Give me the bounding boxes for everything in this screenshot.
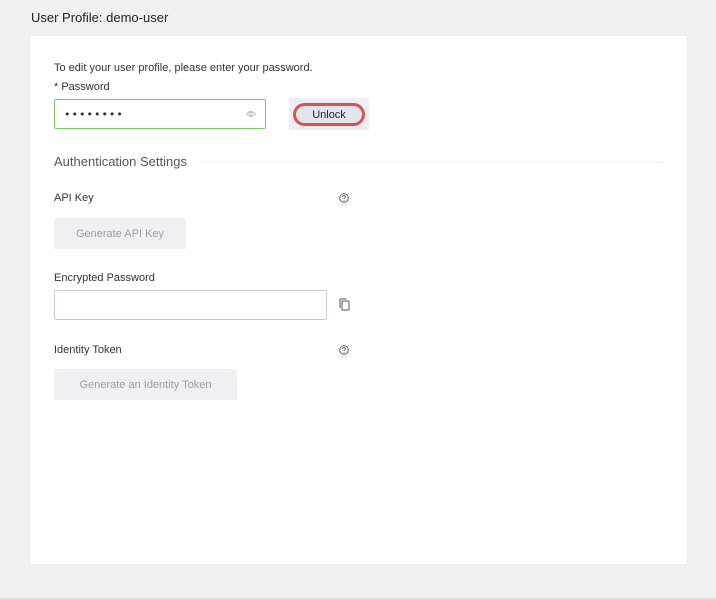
question-circle-icon[interactable] — [339, 345, 349, 355]
password-field-wrapper — [54, 99, 266, 129]
page-title: User Profile: demo-user — [31, 10, 169, 25]
api-key-label: API Key — [54, 192, 94, 204]
unlock-button[interactable]: Unlock — [293, 103, 365, 126]
generate-identity-token-button[interactable]: Generate an Identity Token — [54, 369, 237, 400]
unlock-prompt: To edit your user profile, please enter … — [54, 62, 313, 74]
identity-token-label: Identity Token — [54, 344, 122, 356]
unlock-button-container: Unlock — [289, 98, 369, 130]
app-window: User Profile: demo-user To edit your use… — [0, 0, 716, 600]
auth-settings-title: Authentication Settings — [54, 154, 187, 169]
question-circle-icon[interactable] — [339, 193, 349, 203]
encrypted-password-input[interactable] — [54, 290, 327, 320]
section-divider — [200, 162, 663, 163]
copy-icon[interactable] — [339, 298, 350, 311]
generate-api-key-button[interactable]: Generate API Key — [54, 218, 186, 249]
password-input[interactable] — [55, 100, 265, 128]
encrypted-password-label: Encrypted Password — [54, 272, 155, 284]
eye-icon[interactable] — [246, 110, 256, 118]
password-label: * Password — [54, 81, 110, 93]
profile-card: To edit your user profile, please enter … — [30, 36, 687, 564]
